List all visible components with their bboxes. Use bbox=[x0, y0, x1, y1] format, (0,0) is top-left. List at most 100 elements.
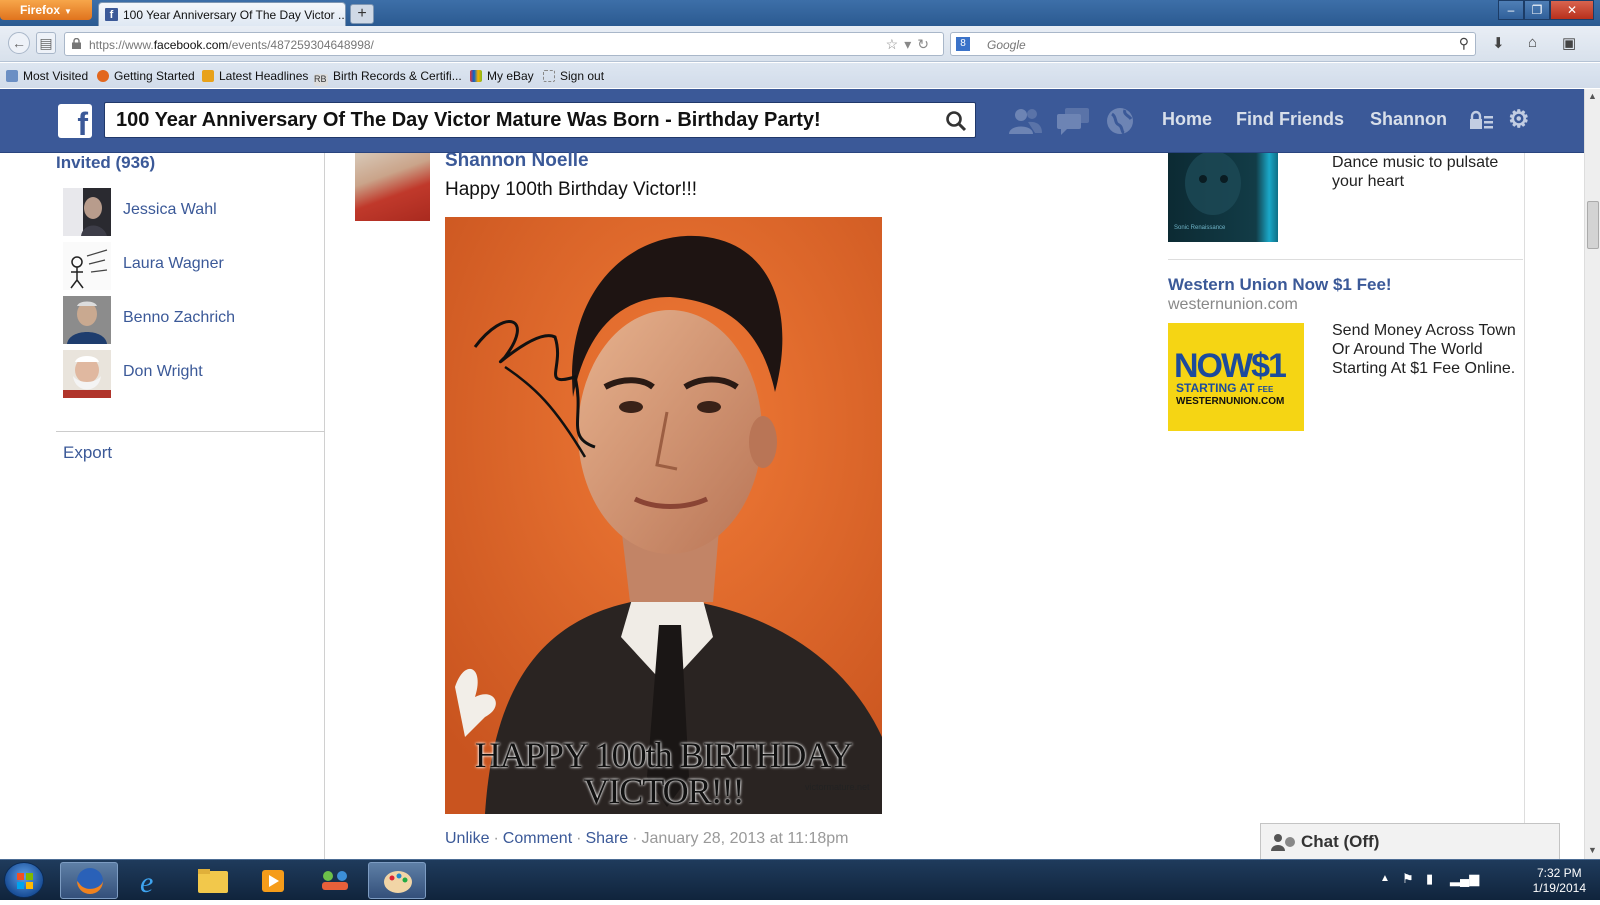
scroll-up-icon[interactable]: ▲ bbox=[1588, 91, 1597, 101]
ad2-image-starting-label: STARTING AT bbox=[1176, 381, 1255, 395]
nav-find-friends-link[interactable]: Find Friends bbox=[1236, 109, 1344, 130]
avatar[interactable] bbox=[63, 242, 111, 290]
privacy-shortcuts-icon[interactable] bbox=[1468, 109, 1494, 133]
back-button[interactable]: ← bbox=[8, 32, 30, 54]
friend-name: Laura Wagner bbox=[123, 255, 224, 272]
post-author-avatar[interactable] bbox=[355, 153, 430, 221]
network-signal-icon[interactable]: ▂▄▆ bbox=[1450, 871, 1479, 887]
restore-icon[interactable]: ❐ bbox=[1524, 0, 1550, 20]
dropdown-icon[interactable]: ▾ bbox=[904, 36, 917, 52]
invited-friend-item[interactable]: Benno Zachrich bbox=[63, 296, 313, 344]
taskbar-app-people[interactable] bbox=[306, 862, 364, 899]
facebook-logo[interactable]: f bbox=[58, 104, 92, 138]
messages-icon[interactable] bbox=[1056, 106, 1090, 136]
chat-label: Chat (Off) bbox=[1301, 832, 1380, 851]
ad2-title-link[interactable]: Western Union Now $1 Fee! bbox=[1168, 275, 1392, 295]
post-timestamp[interactable]: January 28, 2013 at 11:18pm bbox=[642, 830, 849, 847]
ads-column: Sonic Renaissance Dance music to pulsate… bbox=[1160, 153, 1525, 859]
tab-title: 100 Year Anniversary Of The Day Victor .… bbox=[123, 8, 346, 22]
post-text: Happy 100th Birthday Victor!!! bbox=[445, 179, 698, 200]
nav-profile-link[interactable]: Shannon bbox=[1370, 109, 1447, 130]
browser-tab-active[interactable]: f 100 Year Anniversary Of The Day Victor… bbox=[98, 2, 346, 26]
ad2-image[interactable]: NOW$1 STARTING AT FEE WESTERNUNION.COM bbox=[1168, 323, 1304, 431]
people-app-icon bbox=[322, 871, 348, 890]
home-icon[interactable]: ⌂ bbox=[1528, 34, 1537, 51]
firefox-menu-label: Firefox bbox=[20, 3, 61, 17]
ad1-image[interactable]: Sonic Renaissance bbox=[1168, 153, 1278, 242]
download-icon[interactable]: ⬇ bbox=[1492, 34, 1505, 52]
action-center-flag-icon[interactable]: ⚑ bbox=[1402, 871, 1414, 887]
google-engine-icon[interactable]: 8 bbox=[956, 37, 970, 51]
reload-icon[interactable]: ↻ bbox=[917, 36, 935, 52]
new-tab-button[interactable]: + bbox=[350, 4, 374, 24]
settings-gear-icon[interactable]: ⚙ bbox=[1508, 105, 1530, 134]
invited-count-link[interactable]: Invited (936) bbox=[56, 153, 155, 173]
bookmark-birth-records[interactable]: RB Birth Records & Certifi... bbox=[314, 69, 462, 86]
scrollbar-thumb[interactable] bbox=[1587, 201, 1599, 249]
chat-sidebar-tab[interactable]: Chat (Off) bbox=[1260, 823, 1560, 859]
taskbar-clock[interactable]: 7:32 PM 1/19/2014 bbox=[1533, 866, 1586, 896]
bookmark-latest-headlines[interactable]: Latest Headlines bbox=[202, 69, 308, 83]
rss-icon bbox=[202, 70, 214, 82]
url-bar[interactable]: https://www.facebook.com/events/48725930… bbox=[64, 32, 944, 56]
site-identity-button[interactable]: ▤ bbox=[36, 32, 56, 54]
ebay-icon bbox=[470, 70, 482, 82]
power-icon[interactable]: ▮ bbox=[1426, 871, 1433, 887]
post-photo[interactable]: HAPPY 100th BIRTHDAY VICTOR!!! victormat… bbox=[445, 217, 882, 814]
minimize-icon[interactable]: – bbox=[1498, 0, 1524, 20]
ad2-text[interactable]: Send Money Across Town Or Around The Wor… bbox=[1332, 321, 1522, 378]
bookmark-label: Sign out bbox=[560, 69, 605, 83]
taskbar-paint[interactable] bbox=[368, 862, 426, 899]
unlike-link[interactable]: Unlike bbox=[445, 830, 489, 847]
invited-friend-item[interactable]: Jessica Wahl bbox=[63, 188, 313, 236]
lock-icon bbox=[72, 38, 81, 49]
close-icon[interactable]: ✕ bbox=[1550, 0, 1594, 20]
scroll-down-icon[interactable]: ▼ bbox=[1588, 845, 1597, 855]
menu-icon[interactable]: ▣ bbox=[1562, 34, 1576, 52]
taskbar-media-player[interactable] bbox=[244, 862, 302, 899]
start-button[interactable] bbox=[4, 862, 44, 898]
ad2-domain: westernunion.com bbox=[1168, 296, 1298, 313]
bookmark-label: Most Visited bbox=[23, 69, 89, 83]
browser-titlebar: Firefox ▼ f 100 Year Anniversary Of The D… bbox=[0, 0, 1600, 26]
divider bbox=[56, 431, 325, 432]
avatar[interactable] bbox=[63, 188, 111, 236]
bookmark-sign-out[interactable]: Sign out bbox=[543, 69, 604, 83]
comment-link[interactable]: Comment bbox=[503, 830, 572, 847]
tray-expand-icon[interactable]: ▲ bbox=[1380, 873, 1390, 884]
bookmark-most-visited[interactable]: Most Visited bbox=[6, 69, 88, 83]
taskbar-file-explorer[interactable] bbox=[184, 862, 242, 899]
url-bar-icons: ☆▾↻ bbox=[886, 36, 935, 53]
bookmark-my-ebay[interactable]: My eBay bbox=[470, 69, 534, 83]
ad2-image-starting: STARTING AT FEE bbox=[1176, 381, 1273, 395]
friend-requests-icon[interactable] bbox=[1008, 106, 1042, 136]
page-scrollbar[interactable]: ▲ ▼ bbox=[1584, 89, 1600, 859]
nav-home-link[interactable]: Home bbox=[1162, 109, 1212, 130]
facebook-header: f 100 Year Anniversary Of The Day Victor… bbox=[0, 89, 1584, 153]
ad1-text[interactable]: Dance music to pulsate your heart bbox=[1332, 153, 1522, 191]
star-icon[interactable]: ☆ bbox=[886, 36, 905, 52]
taskbar-internet-explorer[interactable]: e bbox=[122, 862, 180, 899]
bookmark-label: Getting Started bbox=[114, 69, 195, 83]
friend-name: Jessica Wahl bbox=[123, 201, 217, 218]
facebook-search-input[interactable]: 100 Year Anniversary Of The Day Victor M… bbox=[104, 102, 976, 138]
search-bar[interactable]: 8 Google ⚲ bbox=[950, 32, 1476, 56]
svg-text:e: e bbox=[140, 866, 153, 899]
search-icon[interactable]: ⚲ bbox=[1459, 35, 1469, 52]
clock-time: 7:32 PM bbox=[1536, 866, 1582, 880]
bookmark-getting-started[interactable]: Getting Started bbox=[97, 69, 195, 83]
url-domain: facebook.com bbox=[153, 38, 229, 52]
share-link[interactable]: Share bbox=[585, 830, 628, 847]
notifications-globe-icon[interactable] bbox=[1104, 106, 1138, 136]
post-author-name[interactable]: Shannon Noelle bbox=[445, 150, 589, 172]
avatar[interactable] bbox=[63, 350, 111, 398]
search-icon[interactable] bbox=[945, 110, 967, 132]
ad1-image-caption: Sonic Renaissance bbox=[1174, 225, 1226, 231]
invited-friend-item[interactable]: Don Wright bbox=[63, 350, 313, 398]
avatar[interactable] bbox=[63, 296, 111, 344]
invited-friend-item[interactable]: Laura Wagner bbox=[63, 242, 313, 290]
url-path: /events/487259304648998/ bbox=[228, 38, 374, 52]
taskbar-firefox[interactable] bbox=[60, 862, 118, 899]
export-link[interactable]: Export bbox=[63, 443, 112, 463]
firefox-menu-button[interactable]: Firefox ▼ bbox=[0, 0, 92, 20]
